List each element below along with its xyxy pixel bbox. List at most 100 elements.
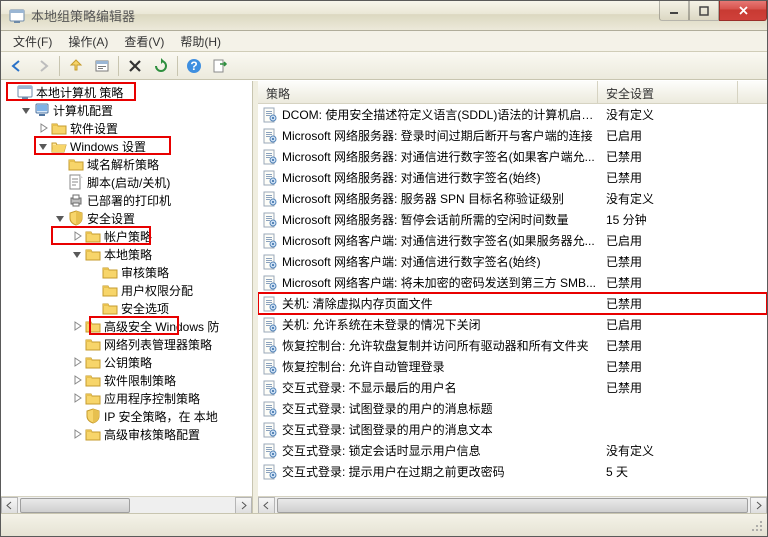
toolbar: [1, 52, 767, 80]
menubar: 文件(F) 操作(A) 查看(V) 帮助(H): [1, 31, 767, 52]
menu-action[interactable]: 操作(A): [60, 31, 116, 52]
up-button[interactable]: [64, 54, 88, 78]
tree-item-computer-config[interactable]: 计算机配置: [1, 101, 252, 119]
tree-item-account-policies[interactable]: 帐户策略: [1, 227, 252, 245]
tree-item-local-policies[interactable]: 本地策略: [1, 245, 252, 263]
tree-item-ip-security[interactable]: IP 安全策略，在 本地: [1, 407, 252, 425]
expand-icon[interactable]: [69, 356, 85, 368]
tree-item-scripts[interactable]: 脚本(启动/关机): [1, 173, 252, 191]
tree-item-public-key[interactable]: 公钥策略: [1, 353, 252, 371]
list-row[interactable]: Microsoft 网络服务器: 对通信进行数字签名(如果客户端允...已禁用: [258, 146, 767, 167]
tree-item-software-restriction[interactable]: 软件限制策略: [1, 371, 252, 389]
list-row[interactable]: 恢复控制台: 允许自动管理登录 已禁用: [258, 356, 767, 377]
policy-icon: [262, 128, 278, 144]
collapse-icon[interactable]: [18, 104, 34, 116]
expand-icon[interactable]: [35, 122, 51, 134]
list-row[interactable]: 交互式登录: 不显示最后的用户名已禁用: [258, 377, 767, 398]
expand-icon[interactable]: [69, 320, 85, 332]
back-button[interactable]: [5, 54, 29, 78]
expand-icon[interactable]: [69, 230, 85, 242]
tree-item-label: 高级审核策略配置: [104, 426, 200, 443]
policy-name: 恢复控制台: 允许自动管理登录: [282, 358, 445, 375]
toolbar-separator: [118, 56, 119, 76]
menu-view[interactable]: 查看(V): [116, 31, 172, 52]
list-row[interactable]: Microsoft 网络客户端: 对通信进行数字签名(始终)已禁用: [258, 251, 767, 272]
policy-icon: [262, 191, 278, 207]
tree-item-advanced-audit[interactable]: 高级审核策略配置: [1, 425, 252, 443]
list-hscrollbar[interactable]: [258, 496, 767, 513]
list-row[interactable]: Microsoft 网络客户端: 将未加密的密码发送到第三方 SMB...已禁用: [258, 272, 767, 293]
policy-setting: 已禁用: [598, 358, 738, 375]
tree[interactable]: 本地计算机 策略计算机配置软件设置Windows 设置域名解析策略脚本(启动/关…: [1, 81, 252, 496]
expand-icon[interactable]: [69, 392, 85, 404]
list-row[interactable]: Microsoft 网络服务器: 暂停会话前所需的空闲时间数量15 分钟: [258, 209, 767, 230]
list-row[interactable]: Microsoft 网络服务器: 登录时间过期后断开与客户端的连接已启用: [258, 125, 767, 146]
resize-grip[interactable]: [749, 518, 763, 532]
forward-button[interactable]: [31, 54, 55, 78]
refresh-button[interactable]: [149, 54, 173, 78]
tree-item-software-settings[interactable]: 软件设置: [1, 119, 252, 137]
folder-icon: [85, 354, 101, 370]
close-button[interactable]: [719, 1, 767, 21]
list-row[interactable]: 恢复控制台: 允许软盘复制并访问所有驱动器和所有文件夹已禁用: [258, 335, 767, 356]
tree-item-user-rights[interactable]: 用户权限分配: [1, 281, 252, 299]
tree-item-audit-policy[interactable]: 审核策略: [1, 263, 252, 281]
policy-icon: [262, 107, 278, 123]
list-row[interactable]: 交互式登录: 锁定会话时显示用户信息没有定义: [258, 440, 767, 461]
tree-item-advanced-windows-fw[interactable]: 高级安全 Windows 防: [1, 317, 252, 335]
tree-item-network-list-mgr[interactable]: 网络列表管理器策略: [1, 335, 252, 353]
expand-icon[interactable]: [69, 428, 85, 440]
list-pane: 策略 安全设置 DCOM: 使用安全描述符定义语言(SDDL)语法的计算机启动.…: [258, 81, 767, 513]
policy-icon: [262, 422, 278, 438]
list-body[interactable]: DCOM: 使用安全描述符定义语言(SDDL)语法的计算机启动...没有定义Mi…: [258, 104, 767, 496]
properties-button[interactable]: [90, 54, 114, 78]
tree-hscrollbar[interactable]: [1, 496, 252, 513]
list-row[interactable]: Microsoft 网络客户端: 对通信进行数字签名(如果服务器允...已启用: [258, 230, 767, 251]
policy-setting: 已禁用: [598, 169, 738, 186]
tree-item-security-options[interactable]: 安全选项: [1, 299, 252, 317]
list-row[interactable]: 关机: 允许系统在未登录的情况下关闭已启用: [258, 314, 767, 335]
tree-item-windows-settings[interactable]: Windows 设置: [1, 137, 252, 155]
list-row[interactable]: DCOM: 使用安全描述符定义语言(SDDL)语法的计算机启动...没有定义: [258, 104, 767, 125]
tree-item-deployed-printers[interactable]: 已部署的打印机: [1, 191, 252, 209]
collapse-icon[interactable]: [69, 248, 85, 260]
list-row[interactable]: 交互式登录: 提示用户在过期之前更改密码5 天: [258, 461, 767, 482]
statusbar: [1, 513, 767, 536]
tree-item-label: 帐户策略: [104, 228, 152, 245]
list-row[interactable]: Microsoft 网络服务器: 对通信进行数字签名(始终)已禁用: [258, 167, 767, 188]
help-button[interactable]: [182, 54, 206, 78]
policy-name: 交互式登录: 提示用户在过期之前更改密码: [282, 463, 505, 480]
tree-item-label: 本地策略: [104, 246, 152, 263]
folder-open-icon: [51, 138, 67, 154]
menu-file[interactable]: 文件(F): [5, 31, 60, 52]
column-header-setting[interactable]: 安全设置: [598, 81, 738, 103]
export-button[interactable]: [208, 54, 232, 78]
maximize-button[interactable]: [689, 1, 719, 21]
list-row[interactable]: Microsoft 网络服务器: 服务器 SPN 目标名称验证级别没有定义: [258, 188, 767, 209]
tree-item-name-resolution[interactable]: 域名解析策略: [1, 155, 252, 173]
policy-name: Microsoft 网络客户端: 对通信进行数字签名(始终): [282, 253, 541, 270]
policy-setting: 已禁用: [598, 295, 738, 312]
shield-icon: [68, 210, 84, 226]
tree-item-root[interactable]: 本地计算机 策略: [1, 83, 252, 101]
column-header-policy[interactable]: 策略: [258, 81, 598, 103]
policy-icon: [262, 296, 278, 312]
policy-setting: 没有定义: [598, 442, 738, 459]
folder-icon: [85, 228, 101, 244]
titlebar[interactable]: 本地组策略编辑器: [1, 1, 767, 31]
list-row[interactable]: 关机: 清除虚拟内存页面文件已禁用: [258, 293, 767, 314]
list-row[interactable]: 交互式登录: 试图登录的用户的消息标题: [258, 398, 767, 419]
minimize-button[interactable]: [659, 1, 689, 21]
tree-item-label: 审核策略: [121, 264, 169, 281]
app-window: 本地组策略编辑器 文件(F) 操作(A) 查看(V) 帮助(H): [0, 0, 768, 537]
delete-button[interactable]: [123, 54, 147, 78]
collapse-icon[interactable]: [52, 212, 68, 224]
menu-help[interactable]: 帮助(H): [172, 31, 229, 52]
tree-item-security-settings[interactable]: 安全设置: [1, 209, 252, 227]
computer-icon: [34, 102, 50, 118]
tree-item-app-control[interactable]: 应用程序控制策略: [1, 389, 252, 407]
collapse-icon[interactable]: [35, 140, 51, 152]
list-row[interactable]: 交互式登录: 试图登录的用户的消息文本: [258, 419, 767, 440]
expand-icon[interactable]: [69, 374, 85, 386]
policy-setting: 已禁用: [598, 148, 738, 165]
